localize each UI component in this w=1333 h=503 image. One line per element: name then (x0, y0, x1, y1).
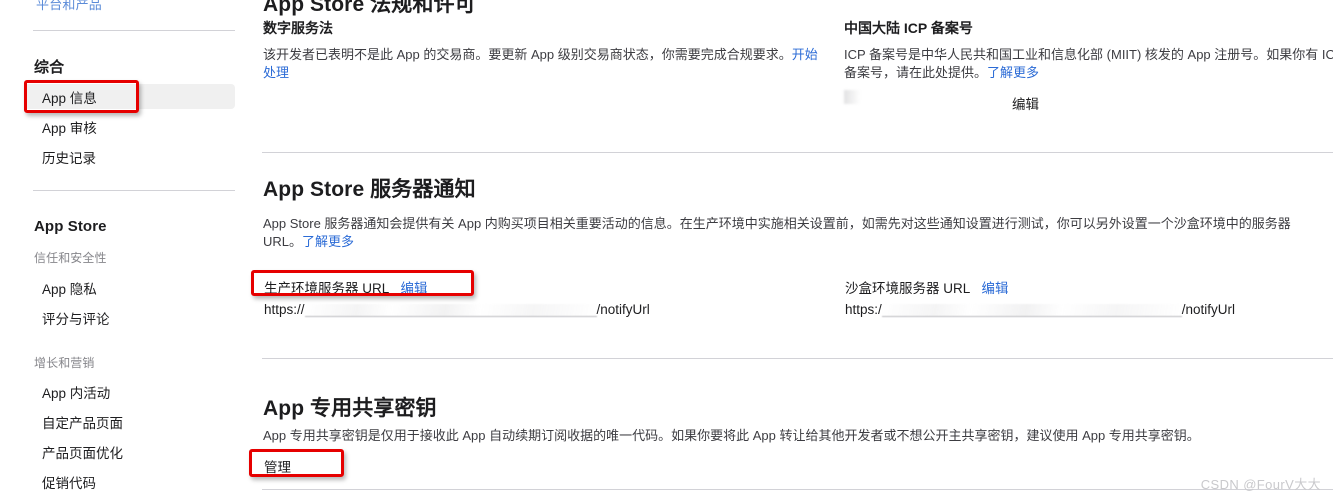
divider-bottom (262, 489, 1333, 490)
sidebar-item-product-page-optimization[interactable]: 产品页面优化 (24, 439, 235, 464)
divider-after-regulations (262, 152, 1333, 153)
shared-secret-manage-link[interactable]: 管理 (264, 456, 291, 476)
sandbox-url-suffix: /notifyUrl (1181, 302, 1236, 317)
icp-learn-more-link[interactable]: 了解更多 (987, 65, 1039, 80)
sidebar-item-label: 促销代码 (42, 475, 96, 491)
sidebar-item-label: App 隐私 (42, 281, 97, 297)
sidebar-divider-top (33, 30, 235, 31)
production-server-url-value: https:// /notifyUrl (264, 302, 650, 317)
production-server-url-edit-link[interactable]: 编辑 (401, 281, 428, 296)
sidebar-item-promo-codes[interactable]: 促销代码 (24, 469, 235, 494)
sidebar-item-ratings-reviews[interactable]: 评分与评论 (24, 305, 235, 330)
sidebar-group-title-general: 综合 (34, 59, 65, 76)
page-root: 平台和产品 综合 App 信息 App 审核 历史记录 App Store 信任… (0, 0, 1333, 503)
section-heading-regulations: App Store 法规和许可 (263, 0, 476, 16)
icp-filing-value-redacted (844, 90, 964, 107)
divider-after-server-notifications (262, 358, 1333, 359)
sandbox-url-prefix: https:/ (845, 302, 882, 317)
watermark-text: CSDN @FourV大大 (1200, 477, 1321, 492)
sandbox-url-redaction (881, 304, 1182, 317)
production-url-suffix: /notifyUrl (596, 302, 650, 317)
sidebar-item-app-privacy[interactable]: App 隐私 (24, 275, 235, 300)
shared-secret-description: App 专用共享密钥是仅用于接收此 App 自动续期订阅收据的唯一代码。如果你要… (263, 428, 1200, 443)
sidebar-navigation: 平台和产品 综合 App 信息 App 审核 历史记录 App Store 信任… (0, 0, 252, 503)
main-content: App Store 法规和许可 数字服务法 该开发者已表明不是此 App 的交易… (252, 0, 1333, 503)
production-server-url-label-text: 生产环境服务器 URL (264, 281, 389, 296)
sidebar-item-app-review[interactable]: App 审核 (24, 114, 235, 139)
server-notifications-description: App Store 服务器通知会提供有关 App 内购买项目相关重要活动的信息。… (263, 215, 1333, 251)
sidebar-top-link[interactable]: 平台和产品 (36, 0, 102, 13)
dsa-body-text: 该开发者已表明不是此 App 的交易商。要更新 App 级别交易商状态，你需要完… (263, 47, 792, 62)
sidebar-subgroup-trust-safety: 信任和安全性 (34, 251, 107, 265)
icp-edit-link[interactable]: 编辑 (1012, 93, 1039, 113)
sidebar-item-label: 自定产品页面 (42, 415, 123, 431)
section-heading-server-notifications: App Store 服务器通知 (263, 178, 476, 201)
sidebar-item-label: 历史记录 (42, 150, 96, 166)
sidebar-item-label: App 信息 (42, 90, 97, 106)
subsection-title-digital-services-act: 数字服务法 (263, 20, 333, 36)
sandbox-server-url-edit-link[interactable]: 编辑 (982, 281, 1009, 296)
digital-services-act-description: 该开发者已表明不是此 App 的交易商。要更新 App 级别交易商状态，你需要完… (263, 46, 819, 82)
sidebar-item-in-app-events[interactable]: App 内活动 (24, 379, 235, 404)
server-notifications-body-text: App Store 服务器通知会提供有关 App 内购买项目相关重要活动的信息。… (263, 216, 1291, 249)
icp-body-text: ICP 备案号是中华人民共和国工业和信息化部 (MIIT) 核发的 App 注册… (844, 47, 1333, 80)
icp-filing-description: ICP 备案号是中华人民共和国工业和信息化部 (MIIT) 核发的 App 注册… (844, 46, 1333, 82)
sidebar-item-history[interactable]: 历史记录 (24, 144, 235, 169)
sidebar-subgroup-growth-marketing: 增长和营销 (34, 356, 95, 370)
sidebar-item-custom-product-pages[interactable]: 自定产品页面 (24, 409, 235, 434)
sandbox-server-url-value: https:/ /notifyUrl (845, 302, 1235, 317)
sandbox-server-url-label: 沙盒环境服务器 URL 编辑 (845, 277, 1009, 297)
production-url-redaction (304, 304, 597, 317)
sidebar-divider-middle (33, 190, 235, 191)
icp-value-redaction (844, 90, 964, 104)
sandbox-server-url-label-text: 沙盒环境服务器 URL (845, 281, 970, 296)
sidebar-item-label: 产品页面优化 (42, 445, 123, 461)
sidebar-item-label: App 审核 (42, 120, 97, 136)
production-url-prefix: https:// (264, 302, 305, 317)
sidebar-item-label: App 内活动 (42, 385, 111, 401)
server-notifications-learn-more-link[interactable]: 了解更多 (302, 234, 354, 249)
production-server-url-label: 生产环境服务器 URL 编辑 (264, 277, 428, 297)
sidebar-item-app-info[interactable]: App 信息 (24, 84, 235, 109)
section-heading-shared-secret: App 专用共享密钥 (263, 397, 437, 420)
subsection-title-icp-filing: 中国大陆 ICP 备案号 (844, 20, 973, 36)
sidebar-item-label: 评分与评论 (42, 311, 110, 327)
sidebar-group-title-app-store: App Store (34, 218, 107, 235)
